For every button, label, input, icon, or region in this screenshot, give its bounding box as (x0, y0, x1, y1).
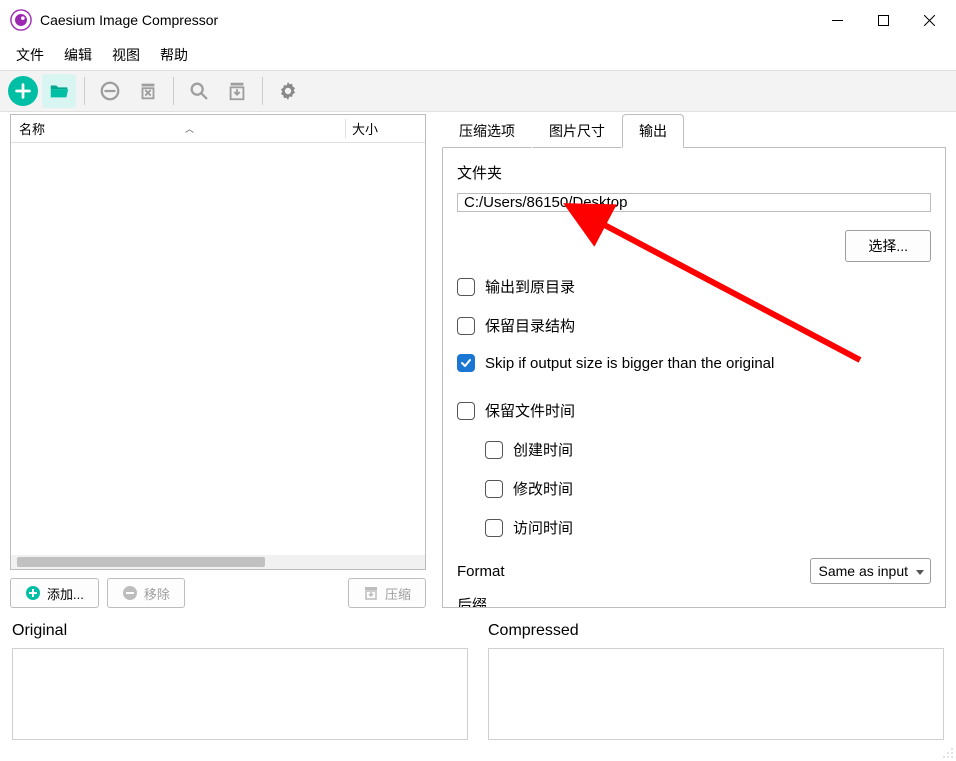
import-icon (226, 80, 248, 102)
minimize-button[interactable] (814, 2, 860, 38)
checkbox-keep-times-row[interactable]: 保留文件时间 (457, 400, 931, 421)
preview-compressed: Compressed (488, 622, 944, 740)
app-logo-icon (10, 9, 32, 31)
preview-compressed-label: Compressed (488, 622, 944, 640)
folder-open-icon (48, 80, 70, 102)
compress-button-label: 压缩 (385, 584, 411, 603)
output-tab-content: 文件夹 C:/Users/86150/Desktop 选择... 输出到原目录 … (442, 148, 946, 608)
column-header-name[interactable]: 名称 ︿ (11, 119, 345, 138)
preview-area: Original Compressed (0, 608, 956, 740)
gear-icon (277, 80, 299, 102)
add-button-label: 添加... (47, 584, 84, 603)
checkbox-skip-bigger-row[interactable]: Skip if output size is bigger than the o… (457, 354, 931, 372)
preview-original-label: Original (12, 622, 468, 640)
horizontal-scrollbar[interactable] (11, 555, 425, 569)
checkbox-keep-times[interactable] (457, 402, 475, 420)
compress-icon (363, 585, 379, 601)
file-list-header: 名称 ︿ 大小 (11, 115, 425, 143)
folder-label: 文件夹 (457, 162, 931, 183)
toolbar-divider (173, 77, 174, 105)
compress-button[interactable]: 压缩 (348, 578, 426, 608)
checkbox-keep-structure-label: 保留目录结构 (485, 315, 575, 336)
checkbox-ctime[interactable] (485, 441, 503, 459)
checkbox-atime[interactable] (485, 519, 503, 537)
plus-circle-icon (25, 585, 41, 601)
checkbox-same-folder[interactable] (457, 278, 475, 296)
format-row: Format Same as input (457, 558, 931, 584)
menu-edit[interactable]: 编辑 (54, 41, 102, 69)
toolbar-divider (262, 77, 263, 105)
window-title: Caesium Image Compressor (40, 12, 814, 28)
checkbox-ctime-row[interactable]: 创建时间 (485, 439, 931, 460)
maximize-button[interactable] (860, 2, 906, 38)
menu-file[interactable]: 文件 (6, 41, 54, 69)
close-button[interactable] (906, 2, 952, 38)
tabs: 压缩选项 图片尺寸 输出 (442, 114, 946, 148)
resize-grip-icon[interactable] (940, 745, 954, 759)
toolbar-open-folder-button[interactable] (42, 74, 76, 108)
menu-bar: 文件 编辑 视图 帮助 (0, 40, 956, 70)
file-list: 名称 ︿ 大小 (10, 114, 426, 570)
checkbox-mtime-row[interactable]: 修改时间 (485, 478, 931, 499)
toolbar-add-button[interactable] (8, 76, 38, 106)
right-panel: 压缩选项 图片尺寸 输出 文件夹 C:/Users/86150/Desktop … (442, 114, 946, 608)
minus-circle-icon (122, 585, 138, 601)
remove-circle-icon (99, 80, 121, 102)
menu-help[interactable]: 帮助 (150, 41, 198, 69)
clear-list-icon (137, 80, 159, 102)
remove-button-label: 移除 (144, 584, 170, 603)
suffix-label: 后缀 (457, 594, 931, 608)
tab-output[interactable]: 输出 (622, 114, 684, 148)
tab-compression[interactable]: 压缩选项 (442, 114, 532, 148)
left-panel: 名称 ︿ 大小 添加... 移除 (10, 114, 426, 608)
checkbox-atime-row[interactable]: 访问时间 (485, 517, 931, 538)
add-button[interactable]: 添加... (10, 578, 99, 608)
file-list-body[interactable] (11, 143, 425, 555)
toolbar-settings-button[interactable] (271, 74, 305, 108)
format-select[interactable]: Same as input (810, 558, 932, 584)
toolbar-divider (84, 77, 85, 105)
checkbox-keep-structure[interactable] (457, 317, 475, 335)
checkbox-skip-bigger[interactable] (457, 354, 475, 372)
column-header-name-label: 名称 (19, 119, 45, 138)
toolbar-search-button[interactable] (182, 74, 216, 108)
checkbox-atime-label: 访问时间 (513, 517, 573, 538)
checkbox-mtime-label: 修改时间 (513, 478, 573, 499)
choose-folder-button[interactable]: 选择... (845, 230, 931, 262)
preview-compressed-box (488, 648, 944, 740)
checkbox-mtime[interactable] (485, 480, 503, 498)
remove-button[interactable]: 移除 (107, 578, 185, 608)
tab-image-size[interactable]: 图片尺寸 (532, 114, 622, 148)
checkbox-keep-structure-row[interactable]: 保留目录结构 (457, 315, 931, 336)
output-folder-input[interactable]: C:/Users/86150/Desktop (457, 193, 931, 212)
plus-icon (12, 80, 34, 102)
checkbox-ctime-label: 创建时间 (513, 439, 573, 460)
format-label: Format (457, 563, 517, 580)
format-select-value: Same as input (819, 563, 909, 579)
preview-original-box (12, 648, 468, 740)
menu-view[interactable]: 视图 (102, 41, 150, 69)
preview-original: Original (12, 622, 468, 740)
check-icon (460, 357, 472, 369)
left-buttons-row: 添加... 移除 压缩 (10, 578, 426, 608)
output-folder-value: C:/Users/86150/Desktop (464, 194, 627, 211)
main-area: 名称 ︿ 大小 添加... 移除 (0, 112, 956, 608)
checkbox-same-folder-label: 输出到原目录 (485, 276, 575, 297)
title-bar: Caesium Image Compressor (0, 0, 956, 40)
toolbar-import-button[interactable] (220, 74, 254, 108)
column-header-size[interactable]: 大小 (345, 119, 425, 138)
toolbar (0, 70, 956, 112)
checkbox-same-folder-row[interactable]: 输出到原目录 (457, 276, 931, 297)
toolbar-remove-button[interactable] (93, 74, 127, 108)
checkbox-keep-times-label: 保留文件时间 (485, 400, 575, 421)
toolbar-clear-button[interactable] (131, 74, 165, 108)
sort-ascending-icon: ︿ (185, 122, 194, 135)
search-icon (188, 80, 210, 102)
checkbox-skip-bigger-label: Skip if output size is bigger than the o… (485, 355, 774, 372)
